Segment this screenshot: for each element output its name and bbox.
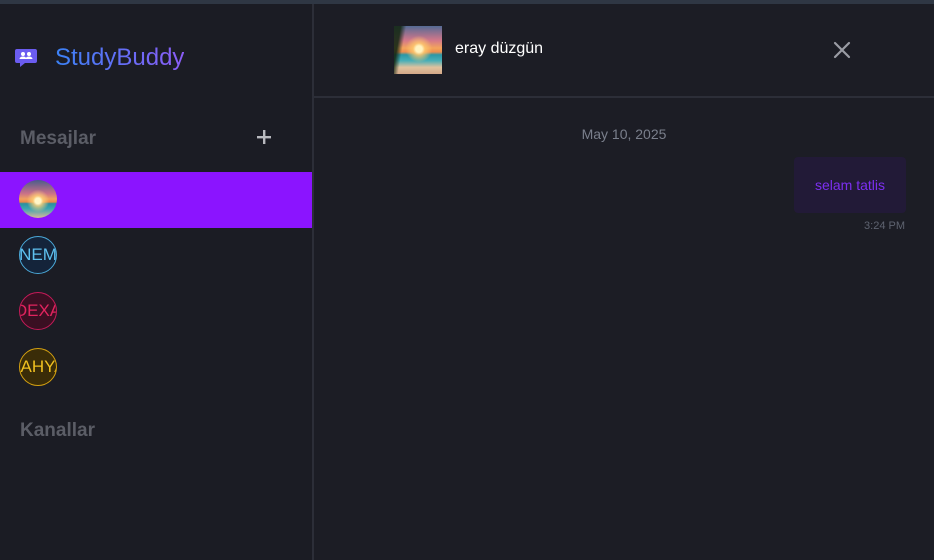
close-icon — [833, 41, 851, 59]
contact-avatar[interactable] — [394, 26, 442, 74]
avatar: NEM — [19, 236, 57, 274]
messages-heading: Mesajlar — [20, 128, 97, 149]
contact-item[interactable]: YAHYA — [0, 340, 312, 396]
avatar: DEXA — [19, 292, 57, 330]
close-chat-button[interactable] — [830, 38, 854, 62]
avatar — [19, 180, 57, 218]
avatar-text: NEM — [19, 245, 57, 264]
contact-item[interactable] — [0, 172, 312, 228]
avatar-text: YAHYA — [20, 357, 56, 376]
avatar-text: DEXA — [20, 301, 56, 320]
brand[interactable]: StudyBuddy — [14, 44, 184, 72]
message-time: 3:24 PM — [864, 220, 905, 232]
avatar: YAHYA — [19, 348, 57, 386]
date-separator: May 10, 2025 — [581, 126, 667, 142]
brand-name: StudyBuddy — [55, 44, 185, 71]
contact-item[interactable]: NEM — [0, 228, 312, 284]
plus-icon — [257, 130, 271, 144]
message-bubble[interactable]: selam tatlis — [794, 157, 906, 213]
chat-header: eray düzgün — [314, 4, 934, 98]
sidebar: StudyBuddy Mesajlar NEM DEXA YAHYA Kanal… — [0, 4, 314, 560]
chat-bubble-users-icon — [15, 49, 37, 67]
channels-heading: Kanallar — [20, 420, 95, 441]
add-conversation-button[interactable] — [252, 124, 276, 148]
contact-item[interactable]: DEXA — [0, 284, 312, 340]
chat-panel: eray düzgün May 10, 2025 selam tatlis 3:… — [314, 4, 934, 560]
contact-name[interactable]: eray düzgün — [455, 40, 543, 58]
message-text: selam tatlis — [814, 177, 886, 193]
